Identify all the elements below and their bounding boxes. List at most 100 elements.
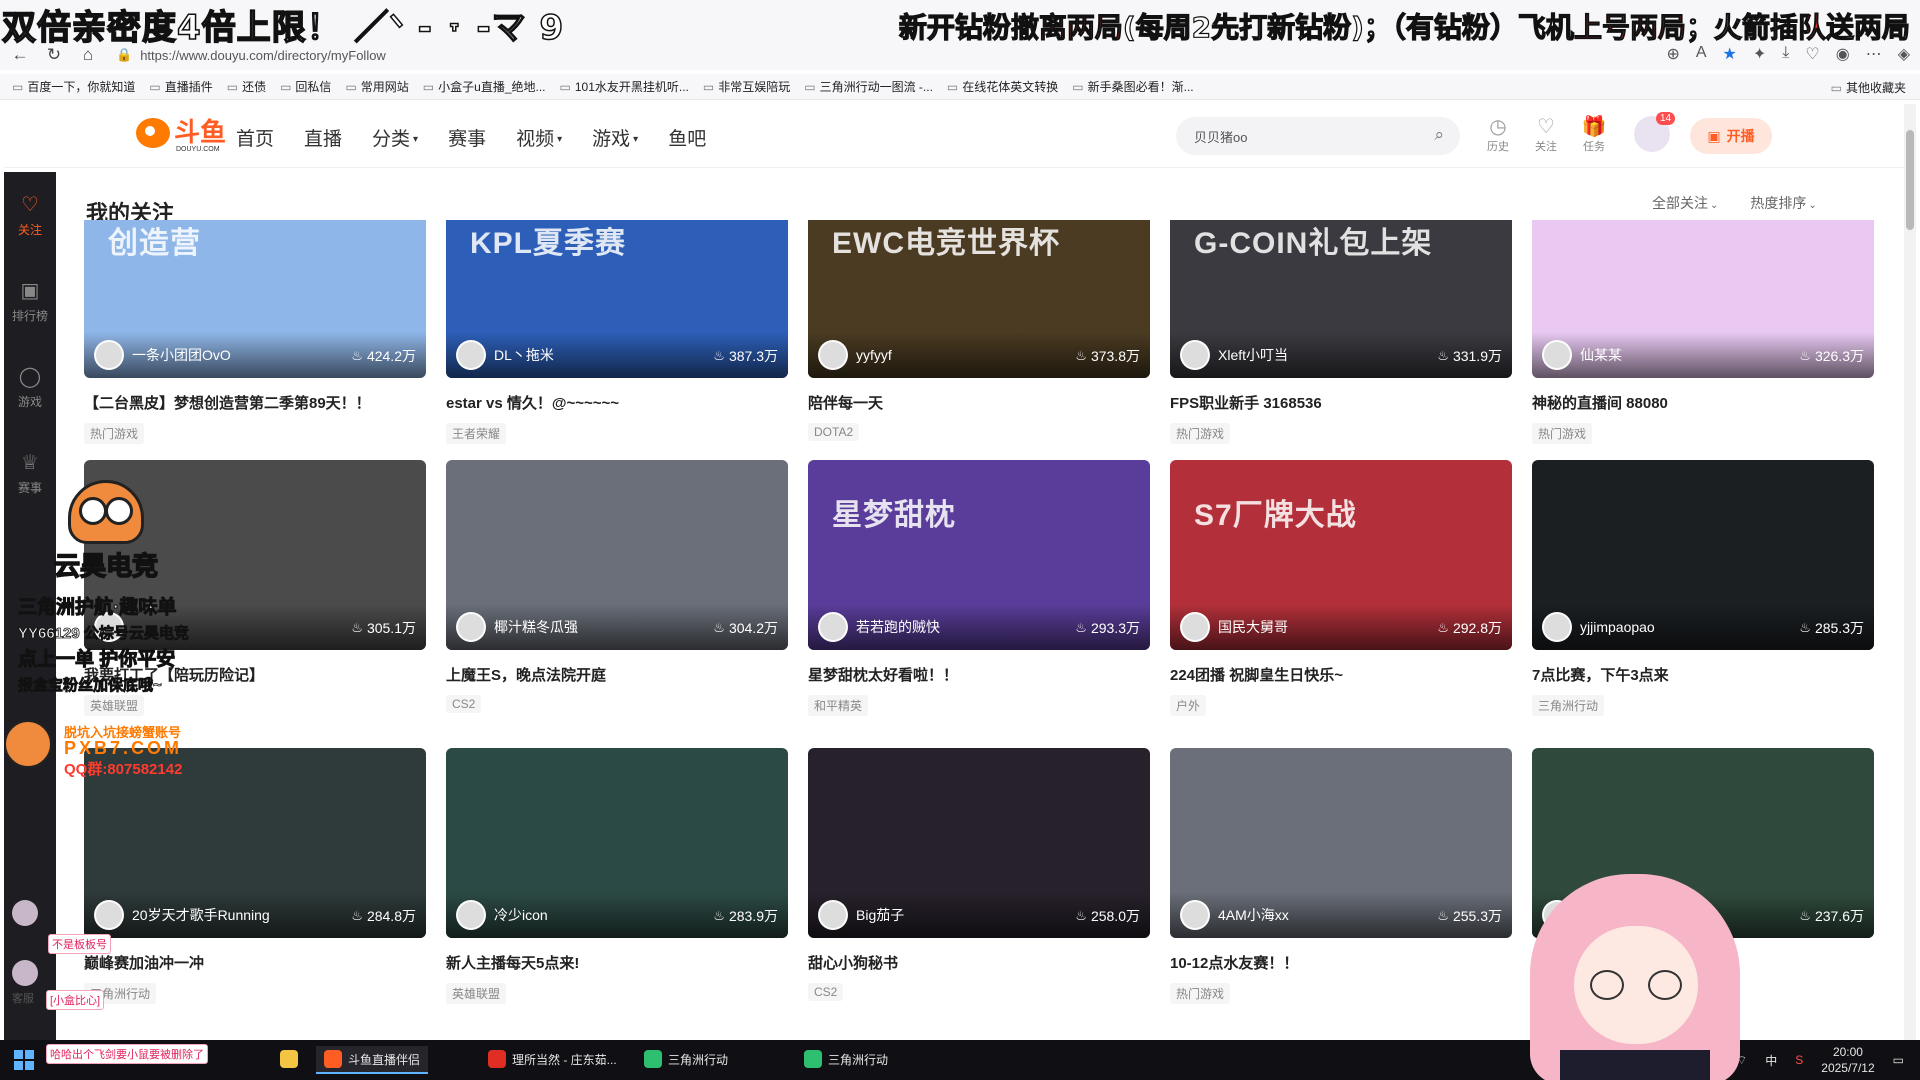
stream-card[interactable]: 星梦甜枕 若若跑的贼快 ♨ 293.3万星梦甜枕太好看啦！！ 和平精英: [808, 460, 1150, 716]
douyu-logo[interactable]: 斗鱼 DOUYU.COM: [136, 118, 226, 153]
sidebar-item-ranking[interactable]: ▣ 排行榜: [4, 258, 56, 344]
bookmark-item[interactable]: ▭ 常用网站: [345, 78, 408, 95]
stream-thumbnail[interactable]: KPL夏季赛 DL丶拖米 ♨ 387.3万: [446, 220, 788, 378]
stream-card[interactable]: G-COIN礼包上架 Xleft小叮当 ♨ 331.9万 FPS职业新手 3168536…: [1170, 220, 1512, 444]
stream-thumbnail[interactable]: 4AM小海xx ♨ 255.3万: [1170, 748, 1512, 938]
filter-all-dropdown[interactable]: 全部关注 ⌄: [1652, 193, 1718, 213]
header-heart-button[interactable]: ♡ 关注: [1532, 116, 1560, 154]
taskbar-app[interactable]: 三角洲行动: [636, 1046, 736, 1074]
taskbar-app[interactable]: 斗鱼直播伴侣: [316, 1046, 429, 1074]
stream-thumbnail[interactable]: 冷少icon ♨ 283.9万: [446, 748, 788, 938]
sort-dropdown[interactable]: 热度排序 ⌄: [1750, 193, 1816, 213]
profile-icon[interactable]: ◉: [1836, 44, 1850, 64]
stream-thumbnail[interactable]: Big茄子 ♨ 258.0万: [808, 748, 1150, 938]
bookmark-item[interactable]: ▭ 新手桑图必看！渐...: [1072, 78, 1193, 95]
header-clock-button[interactable]: ◷ 历史: [1484, 116, 1512, 154]
stream-card[interactable]: 冷少icon ♨ 283.9万新人主播每天5点来! 英雄联盟: [446, 748, 788, 1004]
stream-title[interactable]: 巅峰赛加油冲一冲: [84, 952, 426, 973]
sidebar-item-game[interactable]: ◯ 游戏: [4, 344, 56, 430]
stream-thumbnail[interactable]: yjjimpaopao ♨ 285.3万: [1532, 460, 1874, 650]
category-tag[interactable]: DOTA2: [808, 423, 860, 441]
stream-thumbnail[interactable]: 创造营 一条小团团OvO ♨ 424.2万: [84, 220, 426, 378]
bookmark-item[interactable]: ▭ 101水友开黑挂机听...: [560, 78, 689, 95]
read-aloud-icon[interactable]: A: [1696, 44, 1707, 64]
notification-icon[interactable]: ▭: [1893, 1053, 1904, 1067]
stream-title[interactable]: 【二台黑皮】梦想创造营第二季第89天！！: [84, 392, 426, 413]
stream-title[interactable]: 神秘的直播间 88080: [1532, 392, 1874, 413]
stream-card[interactable]: 仙某某 ♨ 326.3万神秘的直播间 88080 热门游戏: [1532, 220, 1874, 444]
nav-item[interactable]: 首页: [236, 124, 274, 151]
nav-item[interactable]: 分类 ▾: [372, 124, 418, 151]
download-icon[interactable]: ⤓: [1782, 44, 1789, 64]
bookmark-item[interactable]: ▭ 直播插件: [149, 78, 212, 95]
category-tag[interactable]: 英雄联盟: [446, 983, 507, 1004]
sidebar-item-heart[interactable]: ♡ 关注: [4, 172, 56, 258]
clock[interactable]: 20:00 2025/7/12: [1821, 1044, 1874, 1076]
nav-item[interactable]: 视频 ▾: [516, 124, 562, 151]
bookmark-item[interactable]: ▭ 三角洲行动一图流 -...: [804, 78, 933, 95]
page-scrollbar[interactable]: [1904, 104, 1916, 1040]
category-tag[interactable]: 热门游戏: [1170, 423, 1231, 444]
nav-item[interactable]: 赛事: [448, 124, 486, 151]
stream-card[interactable]: yjjimpaopao ♨ 285.3万 7点比赛，下午3点来 三角洲行动: [1532, 460, 1874, 716]
stream-thumbnail[interactable]: G-COIN礼包上架 Xleft小叮当 ♨ 331.9万: [1170, 220, 1512, 378]
stream-title[interactable]: FPS职业新手 3168536: [1170, 392, 1512, 413]
category-tag[interactable]: 户外: [1170, 695, 1207, 716]
stream-card[interactable]: 创造营 一条小团团OvO ♨ 424.2万【二台黑皮】梦想创造营第二季第89天！！ 热门…: [84, 220, 426, 444]
stream-title[interactable]: 224团播 祝脚皇生日快乐~: [1170, 664, 1512, 685]
stream-card[interactable]: Big茄子 ♨ 258.0万甜心小狗秘书 CS2: [808, 748, 1150, 1001]
category-tag[interactable]: CS2: [808, 983, 844, 1001]
stream-title[interactable]: 陪伴每一天: [808, 392, 1150, 413]
stream-title[interactable]: 7点比赛，下午3点来: [1532, 664, 1874, 685]
category-tag[interactable]: 热门游戏: [1170, 983, 1231, 1004]
bookmark-item[interactable]: ▭ 在线花体英文转换: [947, 78, 1058, 95]
category-tag[interactable]: CS2: [446, 695, 482, 713]
bookmark-other[interactable]: ▭ 其他收藏夹: [1831, 79, 1906, 96]
extensions-icon[interactable]: ✦: [1753, 44, 1766, 64]
bookmark-item[interactable]: ▭ 百度一下，你就知道: [12, 78, 135, 95]
taskbar-app[interactable]: 理所当然 - 庄东茹...: [480, 1046, 625, 1074]
stream-thumbnail[interactable]: 星梦甜枕 若若跑的贼快 ♨ 293.3万: [808, 460, 1150, 650]
category-tag[interactable]: 王者荣耀: [446, 423, 507, 444]
stream-card[interactable]: EWC电竞世界杯 yyfyyf ♨ 373.8万陪伴每一天 DOTA2: [808, 220, 1150, 441]
favorite-star-icon[interactable]: ★: [1723, 44, 1737, 64]
nav-item[interactable]: 游戏 ▾: [592, 124, 638, 151]
stream-card[interactable]: S7厂牌大战 国民大舅哥 ♨ 292.8万 224团播 祝脚皇生日快乐~ 户外: [1170, 460, 1512, 716]
header-gift-button[interactable]: 🎁 任务: [1580, 116, 1608, 154]
stream-title[interactable]: 上魔王S，晚点法院开庭: [446, 664, 788, 685]
sogou-icon[interactable]: S: [1795, 1053, 1803, 1067]
bookmark-item[interactable]: ▭ 小盒子u直播_绝地...: [423, 78, 546, 95]
category-tag[interactable]: 热门游戏: [84, 423, 145, 444]
taskbar-app[interactable]: 三角洲行动: [796, 1046, 896, 1074]
search-input[interactable]: 贝贝猪oo ⌕: [1176, 117, 1460, 155]
stream-title[interactable]: 新人主播每天5点来!: [446, 952, 788, 973]
stream-title[interactable]: 星梦甜枕太好看啦！！: [808, 664, 1150, 685]
ime-indicator[interactable]: 中: [1765, 1052, 1777, 1069]
search-icon[interactable]: ⌕: [1434, 125, 1444, 145]
stream-title[interactable]: 10-12点水友赛！！: [1170, 952, 1512, 973]
bookmark-item[interactable]: ▭ 回私信: [280, 78, 331, 95]
stream-card[interactable]: 椰汁糕冬瓜强 ♨ 304.2万上魔王S，晚点法院开庭 CS2: [446, 460, 788, 713]
more-icon[interactable]: ⋯: [1866, 44, 1882, 64]
category-tag[interactable]: 热门游戏: [1532, 423, 1593, 444]
category-tag[interactable]: 三角洲行动: [1532, 695, 1605, 716]
stream-title[interactable]: estar vs 情久！@~~~~~~: [446, 392, 788, 413]
health-icon[interactable]: ♡: [1805, 44, 1819, 64]
zoom-icon[interactable]: ⊕: [1666, 44, 1679, 64]
scroll-thumb[interactable]: [1906, 130, 1914, 230]
stream-thumbnail[interactable]: 椰汁糕冬瓜强 ♨ 304.2万: [446, 460, 788, 650]
stream-title[interactable]: 甜心小狗秘书: [808, 952, 1150, 973]
start-live-button[interactable]: ▣ 开播: [1690, 118, 1772, 154]
stream-card[interactable]: KPL夏季赛 DL丶拖米 ♨ 387.3万 estar vs 情久！@~~~~~~ 王者荣…: [446, 220, 788, 444]
nav-item[interactable]: 鱼吧: [668, 124, 706, 151]
bookmark-item[interactable]: ▭ 还债: [227, 78, 266, 95]
nav-item[interactable]: 直播: [304, 124, 342, 151]
stream-thumbnail[interactable]: S7厂牌大战 国民大舅哥 ♨ 292.8万: [1170, 460, 1512, 650]
bookmark-item[interactable]: ▭ 非常互娱陪玩: [703, 78, 790, 95]
category-tag[interactable]: 和平精英: [808, 695, 869, 716]
stream-thumbnail[interactable]: 仙某某 ♨ 326.3万: [1532, 220, 1874, 378]
stream-card[interactable]: 4AM小海xx ♨ 255.3万 10-12点水友赛！！ 热门游戏: [1170, 748, 1512, 1004]
copilot-icon[interactable]: ◈: [1898, 44, 1910, 64]
url-field[interactable]: 🔒 https://www.douyu.com/directory/myFoll…: [116, 47, 386, 63]
stream-thumbnail[interactable]: EWC电竞世界杯 yyfyyf ♨ 373.8万: [808, 220, 1150, 378]
